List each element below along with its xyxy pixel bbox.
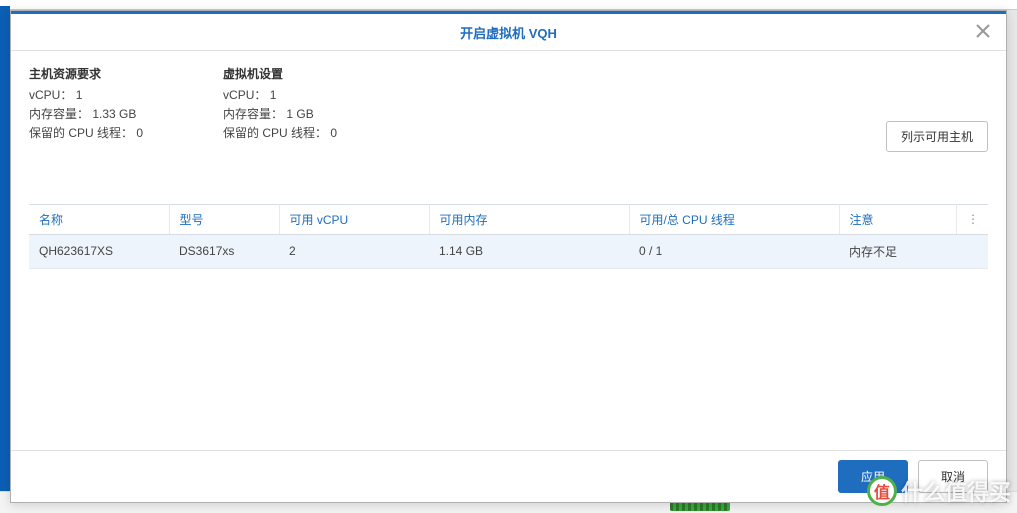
cell-avail-mem: 1.14 GB — [429, 234, 629, 268]
dialog-title: 开启虚拟机 VQH — [460, 23, 557, 42]
host-requirements: 主机资源要求 vCPU： 1 内存容量： 1.33 GB 保留的 CPU 线程：… — [29, 65, 143, 144]
col-avail-vcpu[interactable]: 可用 vCPU — [279, 204, 429, 234]
host-req-title: 主机资源要求 — [29, 65, 143, 82]
vm-conf-mem: 内存容量： 1 GB — [223, 105, 337, 124]
table-header-row: 名称 型号 可用 vCPU 可用内存 可用/总 CPU 线程 注意 ⋮ — [29, 204, 988, 234]
col-note[interactable]: 注意 — [839, 204, 957, 234]
col-model[interactable]: 型号 — [169, 204, 279, 234]
table-row[interactable]: QH623617XS DS3617xs 2 1.14 GB 0 / 1 内存不足 — [29, 234, 988, 268]
col-avail-mem[interactable]: 可用内存 — [429, 204, 629, 234]
table-menu-icon[interactable]: ⋮ — [967, 212, 978, 226]
col-cpu-threads[interactable]: 可用/总 CPU 线程 — [629, 204, 839, 234]
cell-name: QH623617XS — [29, 234, 169, 268]
cell-note: 内存不足 — [839, 234, 957, 268]
vm-configuration: 虚拟机设置 vCPU： 1 内存容量： 1 GB 保留的 CPU 线程： 0 — [223, 65, 337, 144]
dialog-footer: 应用 取消 — [11, 450, 1006, 502]
close-icon[interactable] — [976, 24, 994, 42]
hosts-table: 名称 型号 可用 vCPU 可用内存 可用/总 CPU 线程 注意 ⋮ QH62… — [29, 204, 988, 269]
list-available-hosts-button[interactable]: 列示可用主机 — [886, 121, 988, 152]
vm-conf-reserved: 保留的 CPU 线程： 0 — [223, 124, 337, 143]
dialog-header: 开启虚拟机 VQH — [11, 11, 1006, 51]
cell-cpu-threads: 0 / 1 — [629, 234, 839, 268]
cancel-button[interactable]: 取消 — [918, 460, 988, 493]
dialog-body: 主机资源要求 vCPU： 1 内存容量： 1.33 GB 保留的 CPU 线程：… — [11, 51, 1006, 450]
host-req-reserved: 保留的 CPU 线程： 0 — [29, 124, 143, 143]
cell-avail-vcpu: 2 — [279, 234, 429, 268]
vm-conf-title: 虚拟机设置 — [223, 65, 337, 82]
apply-button[interactable]: 应用 — [838, 460, 908, 493]
host-req-vcpu: vCPU： 1 — [29, 86, 143, 105]
col-name[interactable]: 名称 — [29, 204, 169, 234]
host-req-mem: 内存容量： 1.33 GB — [29, 105, 143, 124]
cell-model: DS3617xs — [169, 234, 279, 268]
vm-conf-vcpu: vCPU： 1 — [223, 86, 337, 105]
vm-power-on-dialog: 开启虚拟机 VQH 主机资源要求 vCPU： 1 内存容量： 1.33 GB 保… — [10, 10, 1007, 503]
